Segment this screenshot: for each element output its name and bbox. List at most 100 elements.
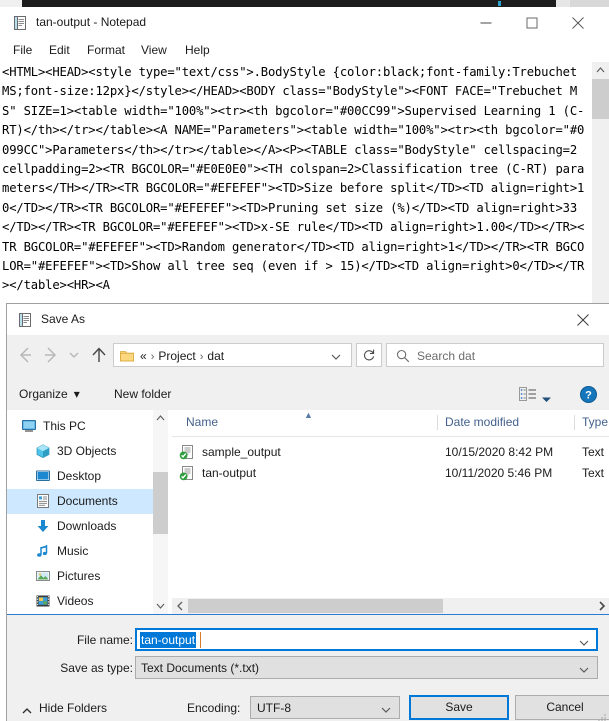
close-button[interactable] (555, 7, 601, 38)
scroll-left-arrow[interactable] (172, 598, 188, 614)
back-button[interactable] (13, 343, 37, 367)
sidebar-item-documents[interactable]: Documents (7, 489, 153, 514)
file-date-modified: 10/15/2020 8:42 PM (445, 445, 554, 459)
column-divider-1[interactable] (437, 415, 438, 430)
sidebar-scrollbar[interactable] (153, 410, 168, 614)
menu-file[interactable]: File (6, 41, 39, 59)
text-file-icon (179, 444, 195, 460)
up-button[interactable] (87, 343, 111, 367)
sidebar-label-this-pc: This PC (43, 419, 86, 433)
bg-strip-accent (498, 1, 501, 6)
save-button[interactable]: Save (409, 695, 509, 720)
save-as-type-select[interactable]: Text Documents (*.txt) (135, 656, 598, 679)
sidebar-label-videos: Videos (57, 594, 94, 608)
desktop-icon (35, 468, 51, 484)
dialog-content: This PC 3D Objects Desktop Documents Dow… (7, 410, 609, 614)
scroll-right-arrow[interactable] (594, 598, 609, 614)
refresh-button[interactable] (356, 343, 382, 367)
table-row[interactable]: tan-output 10/11/2020 5:46 PM Text (172, 463, 609, 484)
pictures-icon (35, 568, 51, 584)
screen: tan-output - Notepad File Edit Format Vi… (0, 0, 609, 721)
sidebar-label-3d-objects: 3D Objects (57, 444, 117, 458)
encoding-chevron-down-icon[interactable] (380, 702, 392, 720)
column-header-name[interactable]: Name ▲ (186, 410, 313, 435)
search-icon (396, 349, 410, 368)
refresh-icon (363, 349, 375, 361)
scroll-up-arrow[interactable] (592, 62, 609, 79)
file-name-label: File name: (76, 633, 133, 647)
breadcrumb-prefix: « (140, 349, 147, 363)
column-header-date-modified[interactable]: Date modified (445, 410, 519, 435)
notepad-scroll-thumb[interactable] (592, 79, 609, 119)
dialog-navbar: «› Project › dat Search dat (7, 335, 609, 375)
sidebar-item-desktop[interactable]: Desktop (7, 464, 153, 489)
address-chevron-down-icon[interactable] (329, 350, 343, 368)
file-list-horizontal-scrollbar[interactable] (172, 598, 609, 614)
minimize-button[interactable] (463, 7, 509, 38)
recent-locations-button[interactable] (65, 343, 83, 367)
sidebar-item-this-pc[interactable]: This PC (7, 414, 153, 439)
downloads-icon (35, 518, 51, 534)
table-row[interactable]: sample_output 10/15/2020 8:42 PM Text (172, 442, 609, 463)
sidebar-item-music[interactable]: Music (7, 539, 153, 564)
minimize-icon (480, 22, 492, 23)
resize-grip[interactable] (597, 710, 607, 721)
encoding-value: UTF-8 (257, 701, 291, 715)
new-folder-button[interactable]: New folder (114, 385, 171, 403)
maximize-button[interactable] (509, 7, 555, 38)
view-list-icon[interactable] (519, 386, 537, 402)
svg-text:?: ? (585, 390, 592, 402)
notepad-menubar: File Edit Format View Help (0, 38, 609, 62)
sidebar-item-3d-objects[interactable]: 3D Objects (7, 439, 153, 464)
sidebar-scroll-thumb[interactable] (153, 472, 168, 534)
file-name-chevron-down-icon[interactable] (578, 635, 590, 653)
forward-button[interactable] (39, 343, 63, 367)
organize-button[interactable]: Organize ▾ (19, 385, 80, 403)
menu-edit[interactable]: Edit (42, 41, 77, 59)
menu-view[interactable]: View (134, 41, 174, 59)
file-name-value: tan-output (140, 632, 197, 648)
notepad-icon (17, 312, 33, 328)
view-chevron-down-icon[interactable] (541, 391, 552, 409)
sort-ascending-icon: ▲ (304, 410, 313, 420)
sidebar-label-documents: Documents (57, 494, 118, 508)
sidebar-item-downloads[interactable]: Downloads (7, 514, 153, 539)
save-as-type-value: Text Documents (*.txt) (141, 661, 260, 675)
address-bar[interactable]: «› Project › dat (113, 343, 352, 367)
maximize-icon (526, 17, 538, 28)
file-date-modified: 10/11/2020 5:46 PM (445, 466, 553, 480)
sidebar-item-pictures[interactable]: Pictures (7, 564, 153, 589)
search-input[interactable]: Search dat (417, 348, 475, 364)
save-as-type-chevron-down-icon[interactable] (578, 662, 590, 680)
horizontal-scroll-thumb[interactable] (188, 599, 443, 613)
help-icon[interactable]: ? (580, 386, 597, 403)
sidebar-label-downloads: Downloads (57, 519, 117, 533)
sidebar-label-desktop: Desktop (57, 469, 102, 483)
breadcrumb[interactable]: «› Project › dat (140, 348, 224, 365)
breadcrumb-item-dat[interactable]: dat (207, 349, 224, 363)
encoding-select[interactable]: UTF-8 (250, 696, 400, 719)
sidebar-item-videos[interactable]: Videos (7, 589, 153, 614)
cancel-button[interactable]: Cancel (515, 695, 609, 720)
breadcrumb-item-project[interactable]: Project (158, 349, 195, 363)
notepad-text-content: <HTML><HEAD><style type="text/css">.Body… (2, 65, 585, 293)
column-header-name-label: Name (186, 415, 219, 429)
menu-format[interactable]: Format (80, 41, 132, 59)
dialog-close-button[interactable] (560, 304, 606, 335)
column-header-type[interactable]: Type (582, 410, 608, 435)
dialog-title: Save As (41, 312, 86, 326)
search-box[interactable]: Search dat (386, 343, 604, 367)
scroll-down-arrow[interactable] (153, 598, 168, 614)
file-name: tan-output (202, 466, 257, 480)
file-name-input[interactable]: tan-output (135, 628, 598, 651)
background-window-strip (0, 0, 609, 7)
chevron-up-icon (21, 703, 33, 721)
dialog-toolbar: Organize ▾ New folder ? (7, 379, 609, 411)
notepad-title: tan-output - Notepad (36, 15, 147, 29)
menu-help[interactable]: Help (178, 41, 217, 59)
navigation-pane: This PC 3D Objects Desktop Documents Dow… (7, 410, 153, 614)
up-arrow-icon (92, 347, 106, 362)
sidebar-label-music: Music (57, 544, 89, 558)
column-divider-2[interactable] (574, 415, 575, 430)
scroll-up-arrow[interactable] (153, 410, 168, 426)
